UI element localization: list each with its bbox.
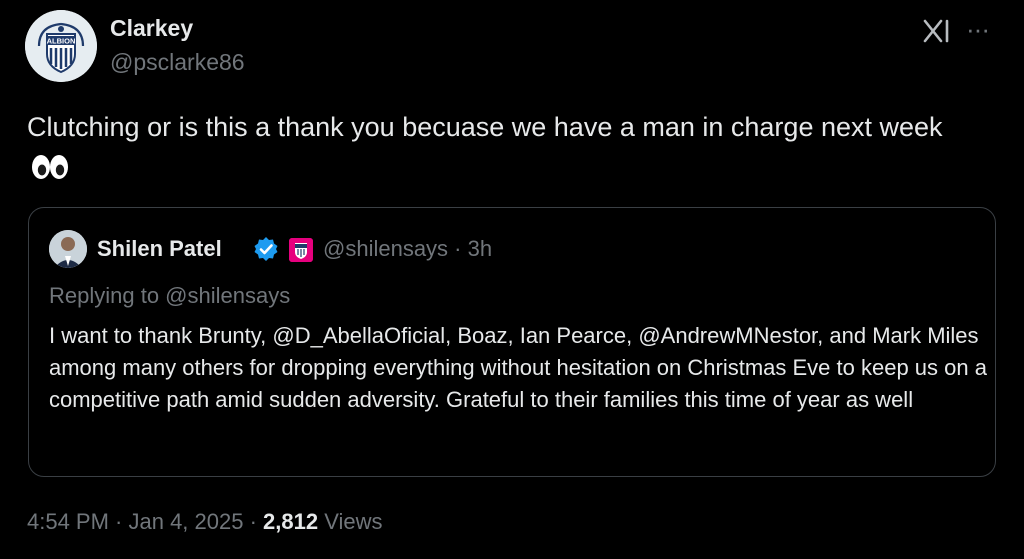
author-handle[interactable]: @psclarke86 — [110, 48, 245, 76]
more-dots-icon[interactable]: ··· — [966, 16, 990, 42]
author-name[interactable]: Clarkey — [110, 14, 193, 42]
views-label: Views — [318, 509, 383, 534]
tweet-card: ALBION Clarkey @psclarke86 ··· Clutching… — [0, 0, 1024, 559]
views-count: 2,812 — [263, 509, 319, 534]
tweet-text-content: Clutching or is this a thank you becuase… — [27, 112, 943, 142]
timestamp-link[interactable]: 4:54 PM · Jan 4, 2025 · — [27, 509, 263, 534]
quote-handle-time[interactable]: @shilensays · 3h — [323, 236, 492, 262]
eyes-emoji-icon — [32, 154, 68, 179]
tweet-text: Clutching or is this a thank you becuase… — [27, 108, 987, 184]
quote-author-name[interactable]: Shilen Patel — [97, 236, 222, 262]
svg-text:ALBION: ALBION — [47, 37, 76, 46]
verified-badge-icon — [254, 237, 278, 261]
quote-author-avatar[interactable] — [49, 230, 87, 268]
albion-crest-icon: ALBION — [25, 10, 97, 82]
tweet-meta: 4:54 PM · Jan 4, 2025 · 2,812 Views — [27, 508, 383, 536]
replying-to: Replying to @shilensays — [49, 283, 291, 308]
quote-text: I want to thank Brunty, @D_AbellaOficial… — [49, 323, 987, 412]
x-grok-logo-icon[interactable] — [922, 18, 952, 44]
quoted-tweet[interactable]: Shilen Patel @shilensays · 3h Replying t… — [28, 207, 996, 477]
person-photo-icon — [49, 230, 87, 268]
author-avatar[interactable]: ALBION — [25, 10, 97, 82]
club-crest-badge-icon — [289, 238, 313, 262]
